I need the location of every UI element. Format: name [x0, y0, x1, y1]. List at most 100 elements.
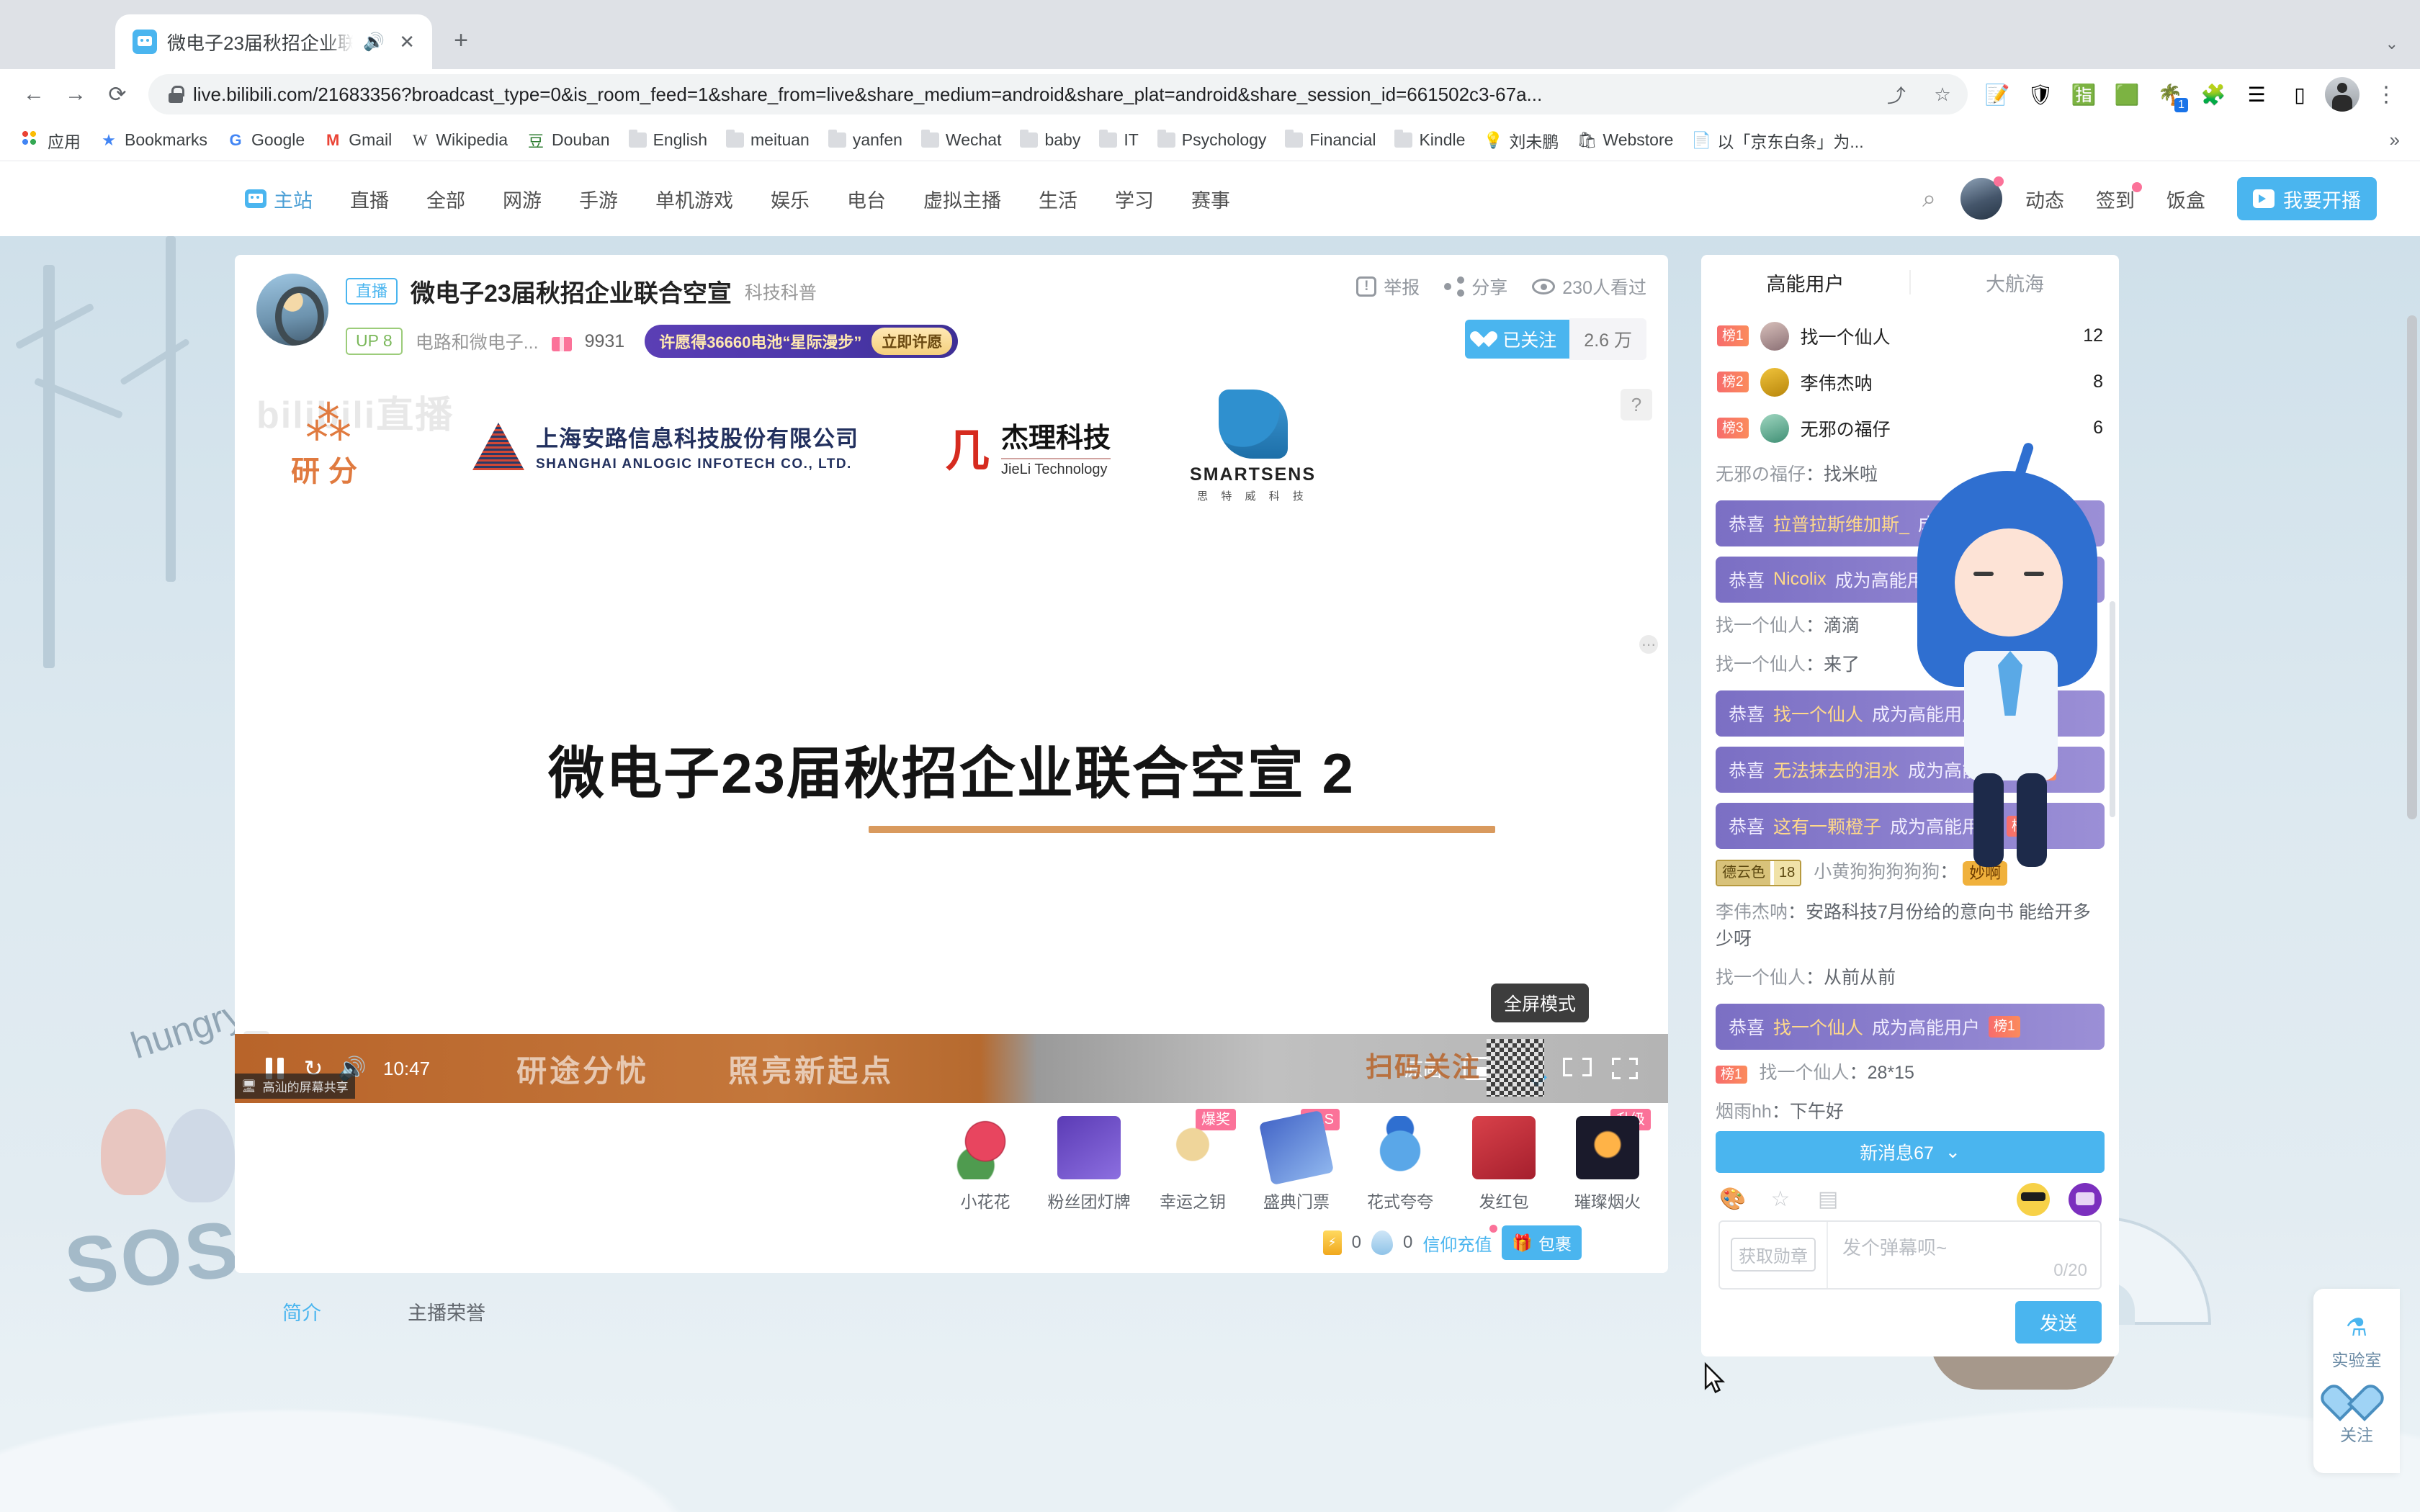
nav-item-mobile-games[interactable]: 手游 — [560, 185, 637, 213]
gift-item[interactable]: 发红包 — [1452, 1116, 1556, 1212]
gift-item[interactable]: 次元之城 — [1659, 1116, 1668, 1212]
recharge-link[interactable]: 信仰充值 — [1422, 1224, 1498, 1256]
nav-link-dynamic[interactable]: 动态 — [2009, 185, 2080, 213]
gift-item[interactable]: 粉丝团灯牌 — [1037, 1116, 1141, 1212]
alipay-shield-icon[interactable]: 🛡 — [2021, 75, 2060, 114]
search-icon[interactable]: ⌕ — [1905, 185, 1953, 213]
tab-honors[interactable]: 主播荣誉 — [408, 1297, 572, 1326]
nav-item-esports[interactable]: 赛事 — [1173, 185, 1249, 213]
bookmark-psychology[interactable]: Psychology — [1148, 125, 1276, 156]
nav-item-vtuber[interactable]: 虚拟主播 — [905, 185, 1020, 213]
rank-row[interactable]: 榜1 找一个仙人 12 — [1717, 313, 2103, 359]
bookmark-liuweipeng[interactable]: 💡 刘未鹏 — [1474, 125, 1568, 156]
rules-icon[interactable]: ▤ — [1814, 1185, 1842, 1214]
chat-user[interactable]: 小黄狗狗狗狗狗 — [1814, 862, 1940, 882]
wish-banner[interactable]: 许愿得36660电池“星际漫步” 立即许愿 — [645, 325, 959, 358]
nav-item-life[interactable]: 生活 — [1020, 185, 1096, 213]
nav-item-study[interactable]: 学习 — [1096, 185, 1173, 213]
bookmark-bookmarks[interactable]: ★ Bookmarks — [90, 125, 217, 156]
bookmark-apps[interactable]: 应用 — [13, 125, 90, 156]
rank-row[interactable]: 榜3 无邪の福仔 6 — [1717, 405, 2103, 451]
report-button[interactable]: ! 举报 — [1356, 274, 1420, 300]
rail-item-follow[interactable]: 关注 — [2313, 1380, 2400, 1454]
bookmark-star-icon[interactable]: ☆ — [1924, 76, 1960, 112]
tab-high-energy-users[interactable]: 高能用户 — [1701, 269, 1909, 297]
get-medal-button[interactable]: 获取勋章 — [1720, 1221, 1828, 1288]
streamer-name[interactable]: 电路和微电子... — [416, 328, 539, 354]
back-button[interactable]: ← — [13, 73, 55, 115]
nav-item-single-games[interactable]: 单机游戏 — [637, 185, 752, 213]
note-icon[interactable]: 📝 — [1978, 75, 2017, 114]
bookmark-meituan[interactable]: meituan — [717, 125, 819, 156]
follow-button[interactable]: 已关注 — [1465, 320, 1570, 359]
bookmark-wechat[interactable]: Wechat — [912, 125, 1011, 156]
package-button[interactable]: 🎁 包裹 — [1502, 1225, 1582, 1260]
palette-icon[interactable]: 🎨 — [1718, 1185, 1747, 1214]
mobile-icon[interactable]: ▯ — [2280, 75, 2319, 114]
bookmark-financial[interactable]: Financial — [1276, 125, 1385, 156]
translate-icon[interactable]: 🈯 — [2064, 75, 2103, 114]
gift-item[interactable]: 爆奖 幸运之钥 — [1141, 1109, 1245, 1212]
fullscreen-icon[interactable] — [1612, 1058, 1638, 1079]
nav-item-online-games[interactable]: 网游 — [484, 185, 560, 213]
profile-avatar-icon[interactable] — [2325, 77, 2360, 112]
page-scrollbar[interactable] — [2407, 315, 2417, 819]
bookmark-google[interactable]: G Google — [217, 125, 314, 156]
chat-user[interactable]: 李伟杰呐 — [1716, 902, 1788, 922]
nav-item-entertainment[interactable]: 娱乐 — [752, 185, 828, 213]
address-bar[interactable]: live.bilibili.com/21683356?broadcast_typ… — [148, 74, 1968, 114]
chat-user[interactable]: 烟雨hh — [1716, 1102, 1772, 1122]
tab-great-voyage[interactable]: 大航海 — [1911, 269, 2119, 297]
bookmark-gmail[interactable]: M Gmail — [314, 125, 401, 156]
palm-icon[interactable]: 🌴 1 — [2151, 75, 2190, 114]
nav-item-all[interactable]: 全部 — [408, 185, 484, 213]
bookmark-douban[interactable]: 豆 Douban — [517, 125, 619, 156]
help-icon[interactable]: ? — [1621, 389, 1652, 420]
bookmark-yanfen[interactable]: yanfen — [819, 125, 912, 156]
room-category[interactable]: 科技科普 — [745, 279, 817, 305]
chat-user[interactable]: 找一个仙人 — [1716, 616, 1806, 636]
bookmark-webstore[interactable]: 🛍 Webstore — [1568, 125, 1682, 156]
wish-now-button[interactable]: 立即许愿 — [871, 328, 953, 355]
chat-user[interactable]: 无邪の福仔 — [1716, 464, 1806, 485]
chat-scrollbar[interactable] — [2110, 600, 2115, 817]
sunglasses-emoji-icon[interactable] — [2017, 1182, 2050, 1216]
puzzle-icon[interactable]: 🧩 — [2194, 75, 2233, 114]
nav-link-lunchbox[interactable]: 饭盒 — [2151, 185, 2221, 213]
more-options-icon[interactable]: ⋯ — [1639, 635, 1658, 654]
chat-user[interactable]: 找一个仙人 — [1716, 968, 1806, 988]
gift-item[interactable]: 升级 璀璨烟火 — [1556, 1109, 1659, 1212]
sidebar-item-home[interactable]: 主站 — [245, 185, 331, 213]
gift-item[interactable]: 小花花 — [933, 1116, 1037, 1212]
gift-item[interactable]: BLS 盛典门票 — [1245, 1109, 1348, 1212]
chevron-down-icon[interactable]: ⌄ — [2385, 35, 2398, 53]
rail-item-lab[interactable]: ⚗ 实验室 — [2313, 1305, 2400, 1380]
chat-user[interactable]: 找一个仙人 — [1760, 1063, 1850, 1083]
gift-item[interactable]: 花式夸夸 — [1348, 1116, 1452, 1212]
user-avatar[interactable] — [1960, 176, 2004, 220]
danmaku-color-icon[interactable] — [2069, 1182, 2102, 1216]
close-icon[interactable]: ✕ — [395, 31, 419, 53]
go-live-button[interactable]: 我要开播 — [2237, 177, 2377, 220]
browser-tab[interactable]: 微电子23届秋招企业联合空宣 🔊 ✕ — [115, 14, 432, 69]
bookmark-it[interactable]: IT — [1090, 125, 1147, 156]
share-icon[interactable]: ⤴ — [1878, 76, 1914, 112]
star-icon[interactable]: ☆ — [1766, 1185, 1795, 1214]
bookmark-jingdong-article[interactable]: 📄 以「京东白条」为... — [1682, 125, 1873, 156]
nav-item-radio[interactable]: 电台 — [828, 185, 905, 213]
reload-button[interactable]: ⟳ — [97, 73, 138, 115]
bookmarks-overflow-icon[interactable]: » — [2390, 129, 2407, 151]
rank-row[interactable]: 榜2 李伟杰呐 8 — [1717, 359, 2103, 405]
bookmark-wikipedia[interactable]: W Wikipedia — [401, 125, 517, 156]
share-button[interactable]: 分享 — [1444, 274, 1507, 300]
nav-item-live[interactable]: 直播 — [331, 185, 408, 213]
qr-grid-icon[interactable]: 🟩 — [2107, 75, 2146, 114]
chat-message-list[interactable]: 无邪の福仔：找米啦 恭喜 拉普拉斯维加斯_ 成为高能用户 榜2 恭喜 Nicol… — [1701, 457, 2119, 1127]
streamer-avatar[interactable] — [256, 274, 328, 346]
speaker-icon[interactable]: 🔊 — [363, 32, 385, 53]
bookmark-english[interactable]: English — [619, 125, 717, 156]
video-player[interactable]: bilibili直播 ⁂ 研分 上海安路信息科技股份有限公司 SHANGHAI … — [235, 376, 1668, 1103]
widescreen-icon[interactable] — [1563, 1058, 1592, 1079]
chat-user[interactable]: 找一个仙人 — [1716, 654, 1806, 675]
new-tab-button[interactable]: + — [444, 23, 478, 58]
